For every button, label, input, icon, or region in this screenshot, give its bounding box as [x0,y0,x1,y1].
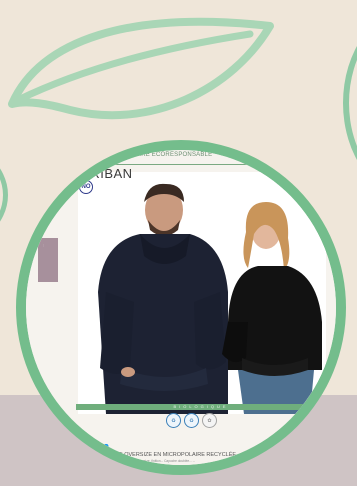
brand-name: ...RIBAN [78,166,133,181]
header-line [66,164,266,165]
catalog-page: ...LAIRE ÉCORESPONSABLE ...RIBAN NO ... … [26,150,336,465]
stage: ...LAIRE ÉCORESPONSABLE ...RIBAN NO ... … [0,0,357,486]
product-title: ...À CAPUCHE OVERSIZE EN MICROPOLAIRE RE… [86,452,237,458]
side-tab: ... [38,238,58,282]
models-illustration [78,172,326,414]
no-badge: NO [79,180,93,194]
recycle-icon: ♻ [166,413,181,428]
catalog-circle: ...LAIRE ÉCORESPONSABLE ...RIBAN NO ... … [16,140,346,475]
product-photo [78,172,326,414]
green-strip: BIOLOGIQUE [76,404,326,410]
certification-icons: ♻ ♻ ✿ [166,413,217,428]
side-tab-text: ... [41,244,45,247]
product-description: ...composition Micropolaire... Coupe ove… [86,459,196,463]
recycle-icon: ♻ [184,413,199,428]
catalog-header: ...LAIRE ÉCORESPONSABLE [126,152,213,158]
eco-icon: ✿ [202,413,217,428]
